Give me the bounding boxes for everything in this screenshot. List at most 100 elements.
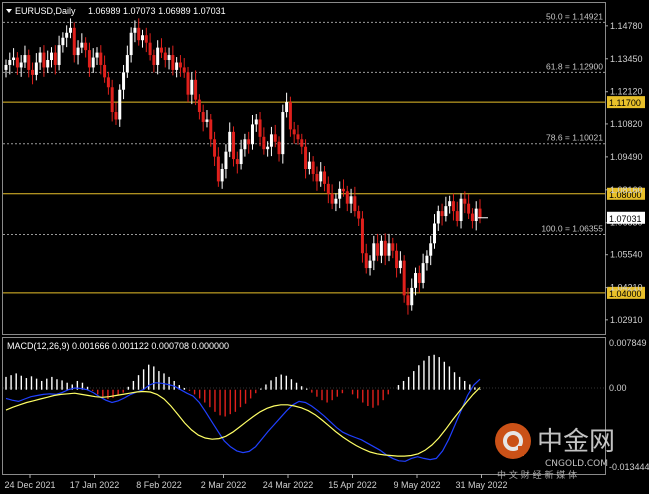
price-tick-label: 1.10820 xyxy=(610,119,643,129)
candle-body xyxy=(338,188,342,199)
candle-body xyxy=(250,124,254,145)
time-tick-label: 15 Apr 2022 xyxy=(328,480,377,490)
candle-body xyxy=(281,112,285,155)
time-tick-label: 2 Mar 2022 xyxy=(201,480,247,490)
candle-body xyxy=(307,161,311,169)
candle-body xyxy=(417,273,421,283)
price-tick-label: 1.12120 xyxy=(610,87,643,97)
candle-body xyxy=(235,159,239,165)
candle-body xyxy=(190,79,194,95)
watermark-brand: 中金网 xyxy=(537,427,615,457)
candle-body xyxy=(99,52,103,65)
candle-body xyxy=(444,206,448,217)
candle-body xyxy=(432,223,436,244)
candle-body xyxy=(209,119,213,140)
candle-body xyxy=(391,243,395,251)
candle-body xyxy=(341,188,345,192)
candle-body xyxy=(213,139,217,157)
watermark-domain: CNGOLD.COM xyxy=(545,459,608,469)
candle-body xyxy=(91,57,95,68)
candle-body xyxy=(406,295,410,306)
candle-body xyxy=(15,57,19,68)
candle-body xyxy=(402,260,406,296)
candle-body xyxy=(194,79,198,100)
candle-body xyxy=(463,198,467,204)
candle-body xyxy=(72,27,76,56)
candle-body xyxy=(19,62,23,68)
candle-body xyxy=(141,35,145,41)
candle-body xyxy=(220,169,224,182)
candle-body xyxy=(65,32,69,38)
time-tick-label: 31 May 2022 xyxy=(455,480,507,490)
candle-body xyxy=(38,52,42,63)
watermark-slogan: 中 文 财 经 新 媒 体 xyxy=(497,469,577,481)
candle-body xyxy=(216,156,220,182)
candle-body xyxy=(296,134,300,140)
candle-body xyxy=(114,112,118,120)
candle-body xyxy=(436,211,440,224)
candle-body xyxy=(27,55,31,70)
candle-body xyxy=(61,37,65,46)
candle-body xyxy=(42,52,46,68)
candle-body xyxy=(159,47,163,53)
time-tick-label: 9 May 2022 xyxy=(393,480,440,490)
candle-body xyxy=(243,139,247,150)
candle-body xyxy=(300,139,304,147)
candle-body xyxy=(178,62,182,68)
level-price-label: 1.11700 xyxy=(609,98,641,108)
candle-body xyxy=(167,55,171,61)
macd-scale-top: 0.007849 xyxy=(609,338,647,348)
candle-body xyxy=(376,243,380,256)
fibo-label: 61.8 = 1.12900 xyxy=(546,61,603,71)
candle-body xyxy=(323,171,327,184)
candle-body xyxy=(292,129,296,135)
candle-body xyxy=(266,146,270,150)
candle-body xyxy=(122,72,126,90)
candle-body xyxy=(23,55,27,63)
candle-body xyxy=(137,27,141,41)
candle-body xyxy=(410,287,414,306)
time-tick-label: 17 Jan 2022 xyxy=(70,480,120,490)
candle-body xyxy=(345,191,349,204)
candle-body xyxy=(103,64,107,78)
candle-body xyxy=(133,27,137,33)
price-tick-label: 1.04210 xyxy=(610,283,643,293)
candle-body xyxy=(118,89,122,120)
candle-body xyxy=(232,131,236,160)
candle-body xyxy=(68,27,72,33)
candle-body xyxy=(182,67,186,73)
candle-body xyxy=(421,263,425,283)
candle-body xyxy=(148,42,152,56)
time-tick-label: 8 Feb 2022 xyxy=(136,480,182,490)
candle-body xyxy=(175,62,179,70)
candle-body xyxy=(84,42,88,51)
candle-body xyxy=(171,55,175,70)
candle-body xyxy=(87,50,91,68)
price-tick-label: 1.02910 xyxy=(610,315,643,325)
candle-body xyxy=(80,42,84,48)
candle-body xyxy=(205,119,209,122)
fibo-label: 100.0 = 1.06355 xyxy=(541,224,603,234)
candle-body xyxy=(440,211,444,217)
candle-body xyxy=(239,149,243,165)
candle-body xyxy=(273,134,277,142)
candle-body xyxy=(186,72,190,95)
candle-body xyxy=(285,102,289,113)
candle-body xyxy=(360,218,364,254)
candle-body xyxy=(57,45,61,65)
candle-body xyxy=(254,119,258,125)
candle-body xyxy=(125,55,129,73)
eurusd-daily-chart[interactable]: EURUSD,Daily 1.06989 1.07073 1.06989 1.0… xyxy=(0,0,649,494)
candle-body xyxy=(353,196,357,212)
candle-body xyxy=(8,60,12,65)
candle-body xyxy=(106,77,110,88)
candle-body xyxy=(429,243,433,256)
candle-body xyxy=(163,52,167,61)
candle-body xyxy=(459,198,463,222)
price-tick-label: 1.14780 xyxy=(610,21,643,31)
macd-scale-zero: 0.00 xyxy=(609,383,627,393)
candle-body xyxy=(379,240,383,256)
macd-title: MACD(12,26,9) 0.001666 0.001122 0.000708… xyxy=(7,341,229,351)
fibo-label: 78.6 = 1.10021 xyxy=(546,133,603,143)
candle-body xyxy=(470,213,474,222)
